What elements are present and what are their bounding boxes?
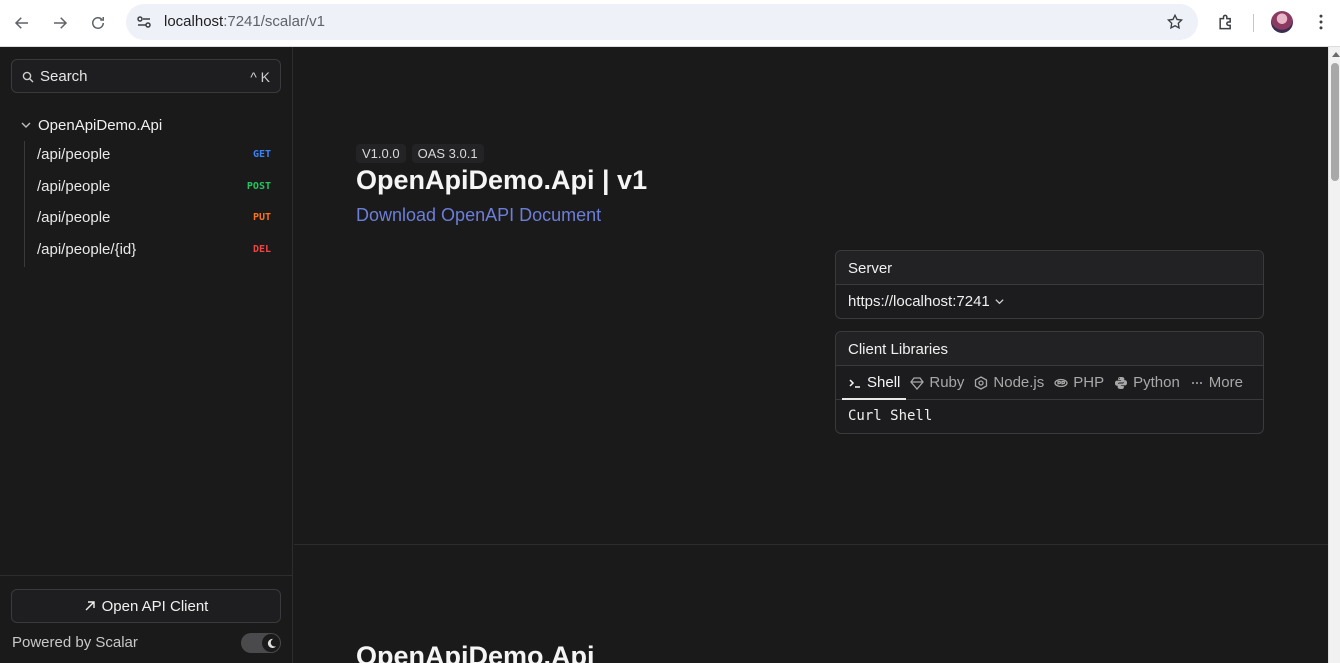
scrollbar-thumb[interactable] xyxy=(1331,63,1339,181)
section-divider xyxy=(294,544,1328,545)
search-label: Search xyxy=(40,68,88,85)
sidebar-footer: Open API Client Powered by Scalar xyxy=(0,575,293,663)
tab-label: Shell xyxy=(867,374,901,391)
search-icon xyxy=(22,71,34,83)
main-content: V1.0.0 OAS 3.0.1 OpenApiDemo.Api | v1 Do… xyxy=(294,47,1328,663)
tab-label: Ruby xyxy=(929,374,965,391)
open-api-client-button[interactable]: Open API Client xyxy=(11,589,281,623)
tab-label: Node.js xyxy=(993,374,1045,391)
operation-path: /api/people xyxy=(37,146,111,163)
operation-path: /api/people xyxy=(37,209,111,226)
sidebar-item-put-people[interactable]: /api/people PUT xyxy=(37,204,277,232)
client-library-tabs: Shell Ruby Node.js PHP Python More xyxy=(836,366,1263,400)
download-openapi-link[interactable]: Download OpenAPI Document xyxy=(356,205,601,226)
chevron-down-icon xyxy=(995,299,1004,305)
tab-label: Python xyxy=(1133,374,1180,391)
sidebar-item-get-people[interactable]: /api/people GET xyxy=(37,141,277,169)
tree-guide-line xyxy=(24,141,25,267)
search-button[interactable]: Search ^ K xyxy=(11,59,281,93)
method-badge-get: GET xyxy=(252,149,271,160)
nodejs-icon xyxy=(975,375,988,390)
operation-path: /api/people xyxy=(37,178,111,195)
powered-by-text: Powered by Scalar xyxy=(12,634,138,651)
server-url: https://localhost:7241 xyxy=(848,293,990,310)
arrow-left-icon xyxy=(14,17,28,29)
tab-label: More xyxy=(1208,374,1243,391)
open-api-client-label: Open API Client xyxy=(101,597,209,615)
tab-ruby[interactable]: Ruby xyxy=(910,366,964,400)
site-info-icon[interactable] xyxy=(136,14,152,30)
address-bar[interactable]: localhost:7241/scalar/v1 xyxy=(126,4,1198,40)
section-title: OpenApiDemo.Api xyxy=(356,641,595,663)
arrow-right-icon xyxy=(54,17,68,29)
dark-mode-toggle[interactable] xyxy=(241,633,281,653)
sidebar-item-post-people[interactable]: /api/people POST xyxy=(37,173,277,201)
client-code-label: Curl Shell xyxy=(848,408,933,424)
method-badge-put: PUT xyxy=(252,212,271,223)
reload-icon xyxy=(92,17,104,29)
version-badge: V1.0.0 xyxy=(356,144,406,163)
profile-avatar[interactable] xyxy=(1271,11,1293,33)
toggle-knob xyxy=(262,634,280,652)
url-path: :7241/scalar/v1 xyxy=(223,13,325,30)
version-badges: V1.0.0 OAS 3.0.1 xyxy=(356,144,484,163)
ellipsis-icon xyxy=(1191,381,1202,384)
browser-toolbar: localhost:7241/scalar/v1 xyxy=(0,0,1340,47)
client-libraries-card: Client Libraries Shell Ruby Node.js PHP … xyxy=(835,331,1264,434)
tab-python[interactable]: Python xyxy=(1114,366,1180,400)
search-shortcut: ^ K xyxy=(250,69,270,85)
tab-shell[interactable]: Shell xyxy=(841,366,907,400)
operation-path: /api/people/{id} xyxy=(37,241,137,258)
chevron-down-icon xyxy=(21,122,31,128)
server-heading: Server xyxy=(836,251,1263,285)
python-icon xyxy=(1115,376,1128,389)
page-scrollbar[interactable] xyxy=(1328,47,1340,663)
server-card: Server https://localhost:7241 xyxy=(835,250,1264,319)
scroll-up-arrow-icon[interactable] xyxy=(1332,52,1340,57)
bookmark-star-icon[interactable] xyxy=(1166,13,1184,31)
client-libraries-heading: Client Libraries xyxy=(836,332,1263,366)
php-icon xyxy=(1054,378,1068,387)
page-title: OpenApiDemo.Api | v1 xyxy=(356,165,648,195)
method-badge-post: POST xyxy=(246,181,271,192)
url-host: localhost xyxy=(164,13,224,30)
server-select[interactable]: https://localhost:7241 xyxy=(836,285,1263,318)
toolbar-divider xyxy=(1253,14,1254,32)
sidebar: Search ^ K OpenApiDemo.Api /api/people G… xyxy=(0,47,293,663)
reload-button[interactable] xyxy=(85,10,111,36)
arrow-up-right-icon xyxy=(85,601,95,611)
sidebar-item-delete-person[interactable]: /api/people/{id} DEL xyxy=(37,236,277,264)
method-badge-delete: DEL xyxy=(252,244,271,255)
oas-badge: OAS 3.0.1 xyxy=(411,144,484,163)
sidebar-group-label: OpenApiDemo.Api xyxy=(38,116,163,134)
ruby-icon xyxy=(910,376,925,390)
tab-more[interactable]: More xyxy=(1190,366,1243,400)
url-text: localhost:7241/scalar/v1 xyxy=(164,13,325,30)
tab-nodejs[interactable]: Node.js xyxy=(974,366,1044,400)
back-button[interactable] xyxy=(9,10,35,36)
more-menu-icon[interactable] xyxy=(1311,12,1331,32)
extensions-icon[interactable] xyxy=(1216,12,1236,32)
forward-button[interactable] xyxy=(47,10,73,36)
tab-label: PHP xyxy=(1073,374,1105,391)
sidebar-group-openapidemo[interactable]: OpenApiDemo.Api xyxy=(20,113,162,137)
tab-php[interactable]: PHP xyxy=(1054,366,1104,400)
terminal-icon xyxy=(849,378,860,388)
moon-icon xyxy=(267,638,276,648)
